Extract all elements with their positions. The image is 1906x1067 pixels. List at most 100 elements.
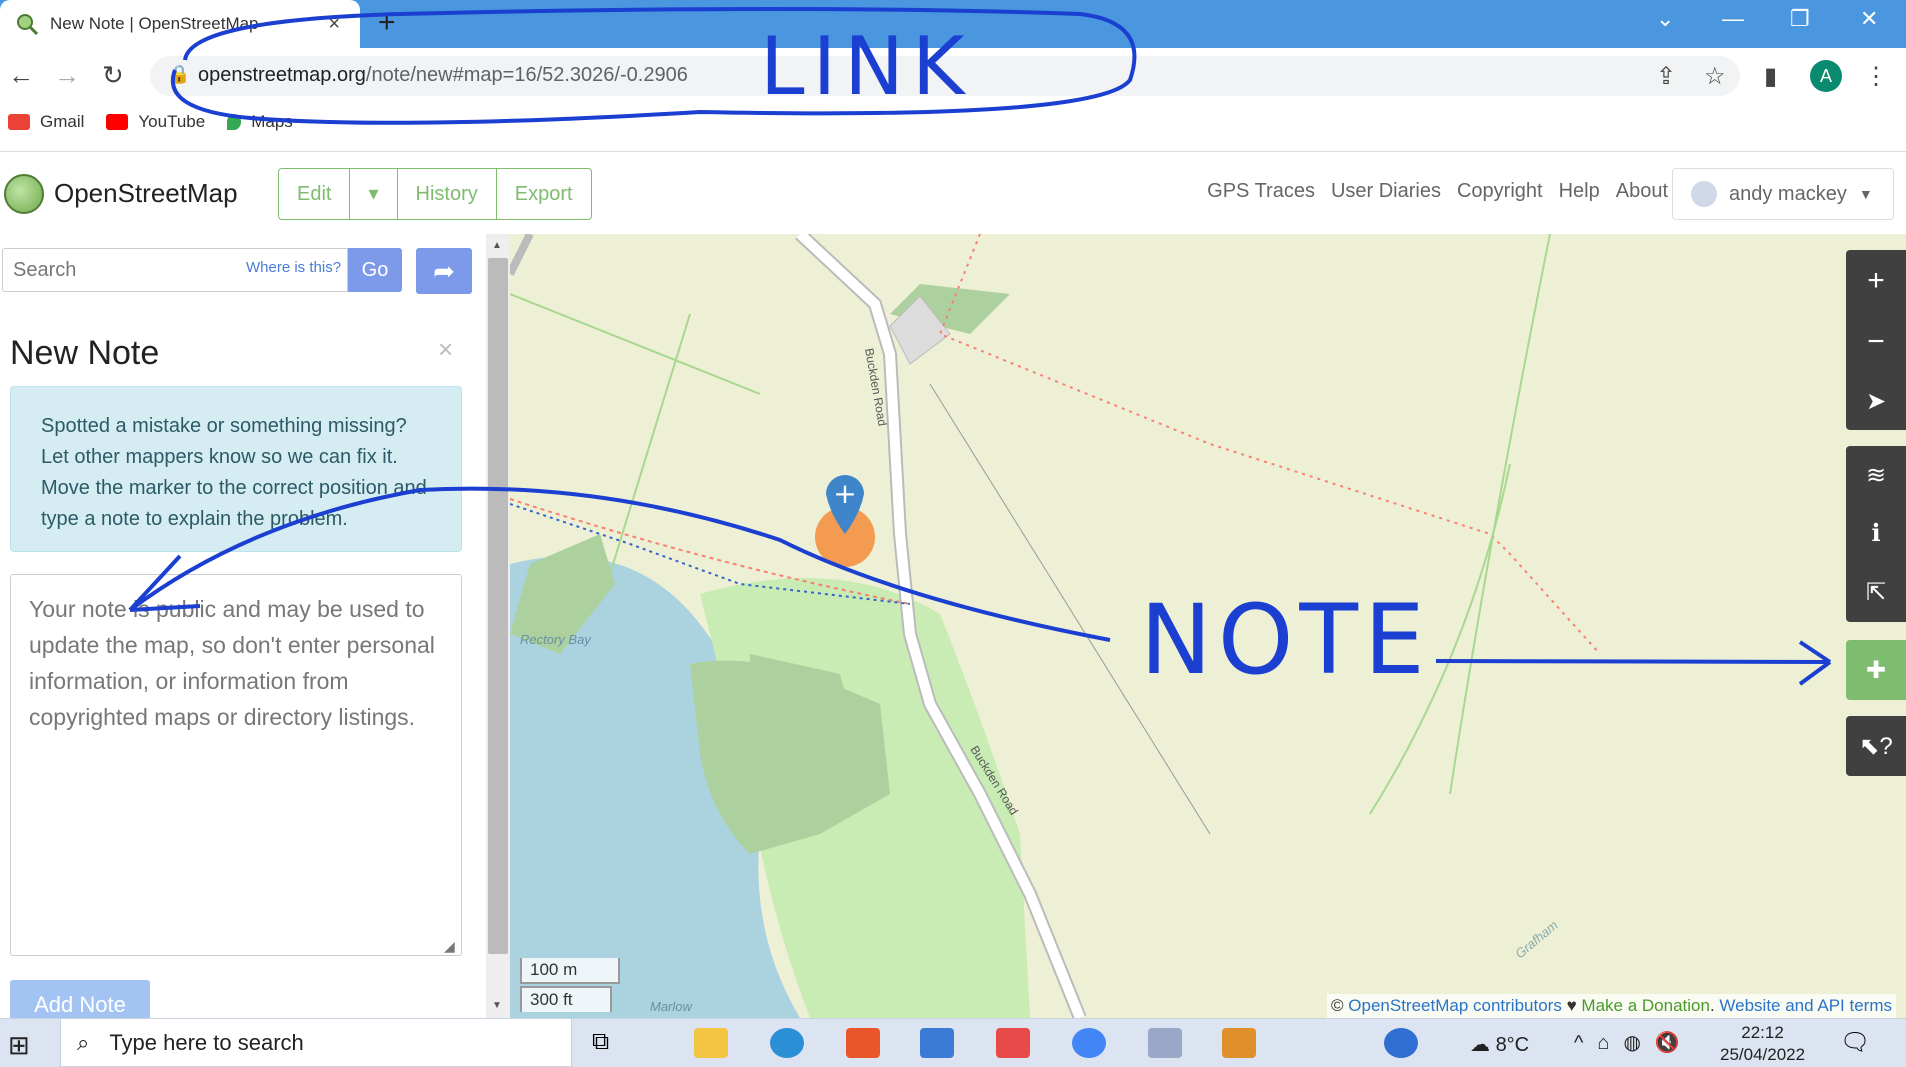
panel-title: New Note — [10, 334, 160, 372]
zoom-in-icon[interactable]: + — [1867, 264, 1885, 298]
cursor-question-icon: ⬉? — [1859, 732, 1893, 760]
link-copyright[interactable]: Copyright — [1457, 180, 1543, 203]
link-user-diaries[interactable]: User Diaries — [1331, 180, 1441, 203]
header-links: GPS Traces User Diaries Copyright Help A… — [1207, 180, 1668, 203]
lock-icon[interactable]: 🔒 — [168, 64, 190, 85]
note-textarea[interactable]: Your note is public and may be used to u… — [10, 574, 462, 956]
bookmarks-bar: Gmail YouTube Maps — [8, 112, 293, 132]
chevron-down-icon: ▼ — [1858, 186, 1873, 202]
tab-search-icon[interactable]: ⌄ — [1656, 6, 1674, 32]
bookmark-label: YouTube — [138, 112, 206, 131]
profile-avatar[interactable]: A — [1810, 60, 1842, 92]
chrome-icon[interactable] — [1072, 1028, 1106, 1058]
edit-button[interactable]: Edit — [279, 169, 351, 219]
user-avatar-icon — [1691, 181, 1717, 207]
taskbar-search[interactable]: ⌕ Type here to search — [60, 1018, 572, 1067]
terms-link[interactable]: Website and API terms — [1719, 996, 1892, 1015]
zoom-out-icon[interactable]: − — [1867, 325, 1885, 359]
bookmark-gmail[interactable]: Gmail — [8, 112, 84, 132]
plus-icon: + — [833, 477, 856, 510]
scroll-down-icon[interactable]: ▼ — [492, 1000, 502, 1011]
youtube-icon — [106, 114, 129, 130]
notifications-icon[interactable]: 🗨 — [1840, 1028, 1870, 1057]
side-panel-icon[interactable]: ▮ — [1764, 62, 1777, 91]
maps-icon — [227, 114, 242, 130]
export-button[interactable]: Export — [497, 169, 591, 219]
link-gps-traces[interactable]: GPS Traces — [1207, 180, 1315, 203]
bookmark-label: Gmail — [40, 112, 85, 131]
browser-tab[interactable]: New Note | OpenStreetMap × — [0, 0, 360, 48]
forward-icon[interactable]: → — [54, 60, 80, 91]
map-place-label: Rectory Bay — [520, 632, 592, 647]
directions-icon: ➦ — [433, 256, 455, 286]
scroll-up-icon[interactable]: ▲ — [492, 240, 502, 251]
date: 25/04/2022 — [1720, 1045, 1806, 1064]
note-annotation: NOTE — [1140, 584, 1431, 696]
edit-dropdown-button[interactable]: ▾ — [350, 169, 398, 219]
share-icon[interactable]: ⇪ — [1656, 62, 1676, 91]
map-place-label: Marlow — [650, 999, 694, 1014]
query-features-control[interactable]: ⬉? — [1846, 716, 1906, 776]
minimize-icon[interactable]: — — [1722, 6, 1744, 32]
bookmark-maps[interactable]: Maps — [227, 112, 293, 132]
info-alert: Spotted a mistake or something missing? … — [10, 386, 462, 552]
reload-icon[interactable]: ↻ — [102, 60, 124, 91]
add-note-control[interactable]: ✚ — [1846, 640, 1906, 700]
help-icon[interactable] — [1384, 1028, 1418, 1058]
restore-icon[interactable]: ❐ — [1790, 6, 1810, 32]
go-button[interactable]: Go — [348, 248, 402, 292]
memory-map-icon[interactable] — [1222, 1028, 1256, 1058]
info-icon[interactable]: ℹ — [1871, 519, 1880, 548]
snipping-tool-icon[interactable] — [996, 1028, 1030, 1058]
resize-handle-icon[interactable]: ◢ — [444, 938, 455, 955]
tab-title: New Note | OpenStreetMap — [50, 14, 259, 33]
map-attribution: © OpenStreetMap contributors ♥ Make a Do… — [1327, 994, 1896, 1018]
osm-brand[interactable]: OpenStreetMap — [54, 178, 238, 209]
link-annotation: LINK — [760, 20, 973, 113]
directions-button[interactable]: ➦ — [416, 248, 472, 294]
bookmark-label: Maps — [251, 112, 293, 131]
url-host: openstreetmap.org — [198, 64, 366, 86]
edge-icon[interactable] — [770, 1028, 804, 1058]
cloud-icon: ☁ — [1470, 1034, 1496, 1056]
weather-widget[interactable]: ☁ 8°C — [1470, 1032, 1529, 1057]
bookmark-youtube[interactable]: YouTube — [106, 112, 205, 132]
user-menu[interactable]: andy mackey ▼ — [1672, 168, 1894, 220]
where-is-this-link[interactable]: Where is this? — [246, 259, 341, 276]
layers-icon[interactable]: ≋ — [1866, 461, 1886, 490]
bookmark-star-icon[interactable]: ☆ — [1704, 62, 1726, 91]
scrollbar-thumb[interactable] — [488, 258, 508, 954]
taskbar-search-text: Type here to search — [109, 1029, 304, 1055]
system-tray[interactable]: ^⌂◍🔇 — [1574, 1030, 1694, 1055]
temperature: 8°C — [1495, 1034, 1530, 1056]
osm-favicon-icon — [16, 13, 39, 36]
link-help[interactable]: Help — [1559, 180, 1600, 203]
osm-logo-icon[interactable] — [4, 174, 44, 214]
url-text[interactable]: openstreetmap.org/note/new#map=16/52.302… — [198, 64, 688, 87]
contributors-link[interactable]: OpenStreetMap contributors — [1348, 996, 1562, 1015]
windows-start-icon[interactable]: ⊞ — [8, 1030, 30, 1061]
store-icon[interactable] — [846, 1028, 880, 1058]
edit-nav-group: Edit ▾ History Export — [278, 168, 592, 220]
app-icon[interactable] — [1148, 1028, 1182, 1058]
close-icon[interactable]: × — [438, 334, 453, 365]
comment-plus-icon: ✚ — [1865, 656, 1887, 684]
share-map-icon[interactable]: ⇱ — [1866, 578, 1886, 607]
donate-link[interactable]: Make a Donation — [1581, 996, 1710, 1015]
scale-metric: 100 m — [520, 958, 620, 984]
back-icon[interactable]: ← — [8, 60, 34, 91]
new-tab-icon[interactable]: + — [378, 6, 396, 40]
scale-imperial: 300 ft — [520, 986, 612, 1012]
menu-kebab-icon[interactable]: ⋮ — [1864, 62, 1888, 91]
file-explorer-icon[interactable] — [694, 1028, 728, 1058]
history-button[interactable]: History — [398, 169, 497, 219]
zoom-controls: + − ➤ — [1846, 250, 1906, 430]
layer-controls: ≋ ℹ ⇱ — [1846, 446, 1906, 622]
link-about[interactable]: About — [1616, 180, 1668, 203]
clock[interactable]: 22:12 25/04/2022 — [1720, 1022, 1805, 1066]
tab-close-icon[interactable]: × — [328, 13, 340, 36]
window-close-icon[interactable]: ✕ — [1860, 6, 1878, 32]
mail-icon[interactable] — [920, 1028, 954, 1058]
task-view-icon[interactable]: ⧉ — [592, 1028, 626, 1058]
locate-icon[interactable]: ➤ — [1866, 387, 1886, 416]
